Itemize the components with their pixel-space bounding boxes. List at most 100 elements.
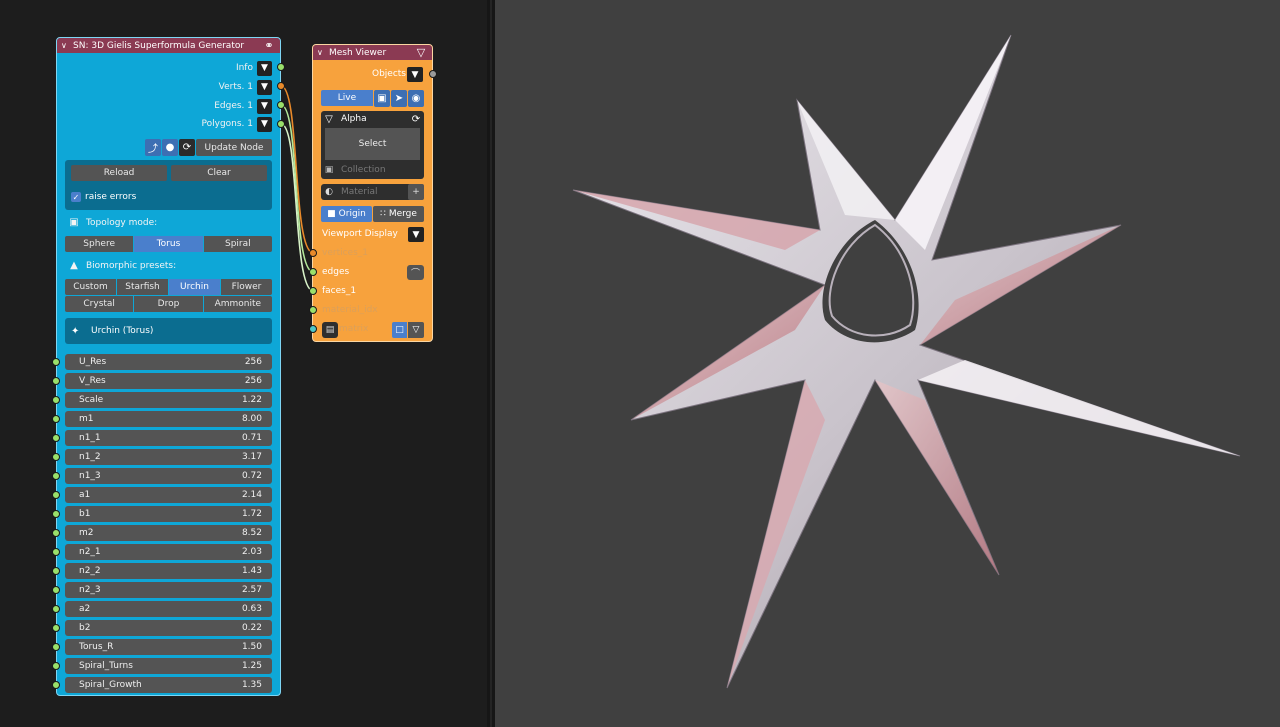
input-socket[interactable] [52,358,60,366]
preset-flower[interactable]: Flower [221,279,272,295]
input-socket[interactable] [52,415,60,423]
reload-button[interactable]: Reload [71,165,167,181]
input-socket[interactable] [52,472,60,480]
matrix-filter-icon[interactable]: ▽ [408,322,424,338]
camera-icon[interactable]: ◉ [408,90,424,107]
param-field-m2[interactable]: m2 8.52 [65,525,272,541]
input-socket[interactable] [52,586,60,594]
refresh-icon[interactable]: ⟳ [408,114,424,125]
preset-urchin[interactable]: Urchin [169,279,220,295]
input-socket[interactable] [52,453,60,461]
input-socket[interactable] [52,605,60,613]
input-socket[interactable] [52,643,60,651]
superformula-node[interactable]: ∨ SN: 3D Gielis Superformula Generator ⚭… [56,37,281,696]
mesh-star-shape [572,34,1241,689]
param-value: 8.00 [241,414,262,424]
output-socket[interactable] [277,120,285,128]
input-socket[interactable] [309,249,317,257]
superformula-node-header[interactable]: ∨ SN: 3D Gielis Superformula Generator ⚭ [57,38,280,53]
topology-sphere[interactable]: Sphere [65,236,134,252]
input-socket[interactable] [52,548,60,556]
param-field-spiral_growth[interactable]: Spiral_Growth 1.35 [65,677,272,693]
input-socket[interactable] [52,491,60,499]
preset-drop[interactable]: Drop [134,296,203,312]
param-value: 1.43 [241,566,262,576]
mesh-viewer-node[interactable]: ∨ Mesh Viewer ▽ Objects ▼ Live ▣ ➤ ◉ ▽ A… [312,44,433,342]
param-field-torus_r[interactable]: Torus_R 1.50 [65,639,272,655]
update-node-button[interactable]: Update Node [196,139,272,156]
dropdown-chevron-icon[interactable]: ▼ [257,98,272,114]
param-field-a1[interactable]: a1 2.14 [65,487,272,503]
merge-toggle[interactable]: ∷ Merge [373,206,424,222]
raise-errors-checkbox[interactable]: ✓ raise errors [71,192,136,202]
collapse-chevron-icon[interactable]: ∨ [61,41,73,50]
param-field-n2_1[interactable]: n2_1 2.03 [65,544,272,560]
topology-torus[interactable]: Torus [134,236,203,252]
collapse-chevron-icon[interactable]: ∨ [317,48,329,57]
param-name: n1_1 [79,433,101,443]
droplets-icon[interactable]: ● [162,139,178,156]
param-field-n1_1[interactable]: n1_1 0.71 [65,430,272,446]
dropdown-chevron-icon[interactable]: ▼ [257,79,272,95]
param-field-v_res[interactable]: V_Res 256 [65,373,272,389]
checkmark-icon[interactable]: ✓ [71,192,81,202]
add-material-icon[interactable]: + [408,184,424,200]
live-toggle[interactable]: Live [321,90,373,106]
param-field-m1[interactable]: m1 8.00 [65,411,272,427]
output-socket[interactable] [429,70,437,78]
dropdown-chevron-icon[interactable]: ▼ [408,227,424,242]
matrix-icon[interactable]: ▤ [322,322,338,338]
material-field[interactable]: Material [337,187,408,197]
input-socket[interactable] [52,510,60,518]
input-socket[interactable] [52,377,60,385]
preset-starfish[interactable]: Starfish [117,279,168,295]
output-socket[interactable] [277,101,285,109]
input-socket[interactable] [52,624,60,632]
matrix-square-icon[interactable]: □ [392,322,407,338]
area-divider[interactable] [487,0,495,727]
param-field-u_res[interactable]: U_Res 256 [65,354,272,370]
dropdown-chevron-icon[interactable]: ▼ [257,116,272,132]
param-field-n2_2[interactable]: n2_2 1.43 [65,563,272,579]
param-field-a2[interactable]: a2 0.63 [65,601,272,617]
preset-crystal[interactable]: Crystal [65,296,134,312]
preset-custom[interactable]: Custom [65,279,116,295]
input-socket[interactable] [309,268,317,276]
input-socket[interactable] [52,434,60,442]
param-field-n2_3[interactable]: n2_3 2.57 [65,582,272,598]
input-socket[interactable] [309,287,317,295]
select-button[interactable]: Select [325,128,420,160]
node-tree-icon[interactable]: ⤴ [145,139,161,156]
input-socket[interactable] [309,306,317,314]
dropdown-chevron-icon[interactable]: ▼ [407,67,423,82]
object-name[interactable]: Alpha [337,114,408,124]
param-field-b1[interactable]: b1 1.72 [65,506,272,522]
clear-button[interactable]: Clear [171,165,267,181]
param-field-b2[interactable]: b2 0.22 [65,620,272,636]
origin-toggle[interactable]: ■ Origin [321,206,372,222]
cursor-icon[interactable]: ➤ [391,90,407,107]
param-field-scale[interactable]: Scale 1.22 [65,392,272,408]
input-socket[interactable] [52,662,60,670]
param-value: 256 [244,357,262,367]
script-link-icon[interactable]: ⚭ [262,39,276,52]
input-socket[interactable] [52,681,60,689]
output-socket[interactable] [277,63,285,71]
input-socket[interactable] [309,325,317,333]
param-field-n1_3[interactable]: n1_3 0.72 [65,468,272,484]
output-socket[interactable] [277,82,285,90]
mesh-viewer-header[interactable]: ∨ Mesh Viewer ▽ [313,45,432,60]
param-field-spiral_turns[interactable]: Spiral_Turns 1.25 [65,658,272,674]
input-socket[interactable] [52,396,60,404]
input-socket[interactable] [52,567,60,575]
edges-toggle-icon[interactable]: ⌒ [407,265,424,280]
dropdown-chevron-icon[interactable]: ▼ [257,60,272,76]
preset-ammonite[interactable]: Ammonite [203,296,272,312]
param-value: 1.50 [241,642,262,652]
monitor-icon[interactable]: ▣ [374,90,390,107]
param-field-n1_2[interactable]: n1_2 3.17 [65,449,272,465]
input-socket[interactable] [52,529,60,537]
collection-field[interactable]: Collection [337,165,386,175]
topology-spiral[interactable]: Spiral [203,236,272,252]
refresh-icon[interactable]: ⟳ [179,139,195,156]
